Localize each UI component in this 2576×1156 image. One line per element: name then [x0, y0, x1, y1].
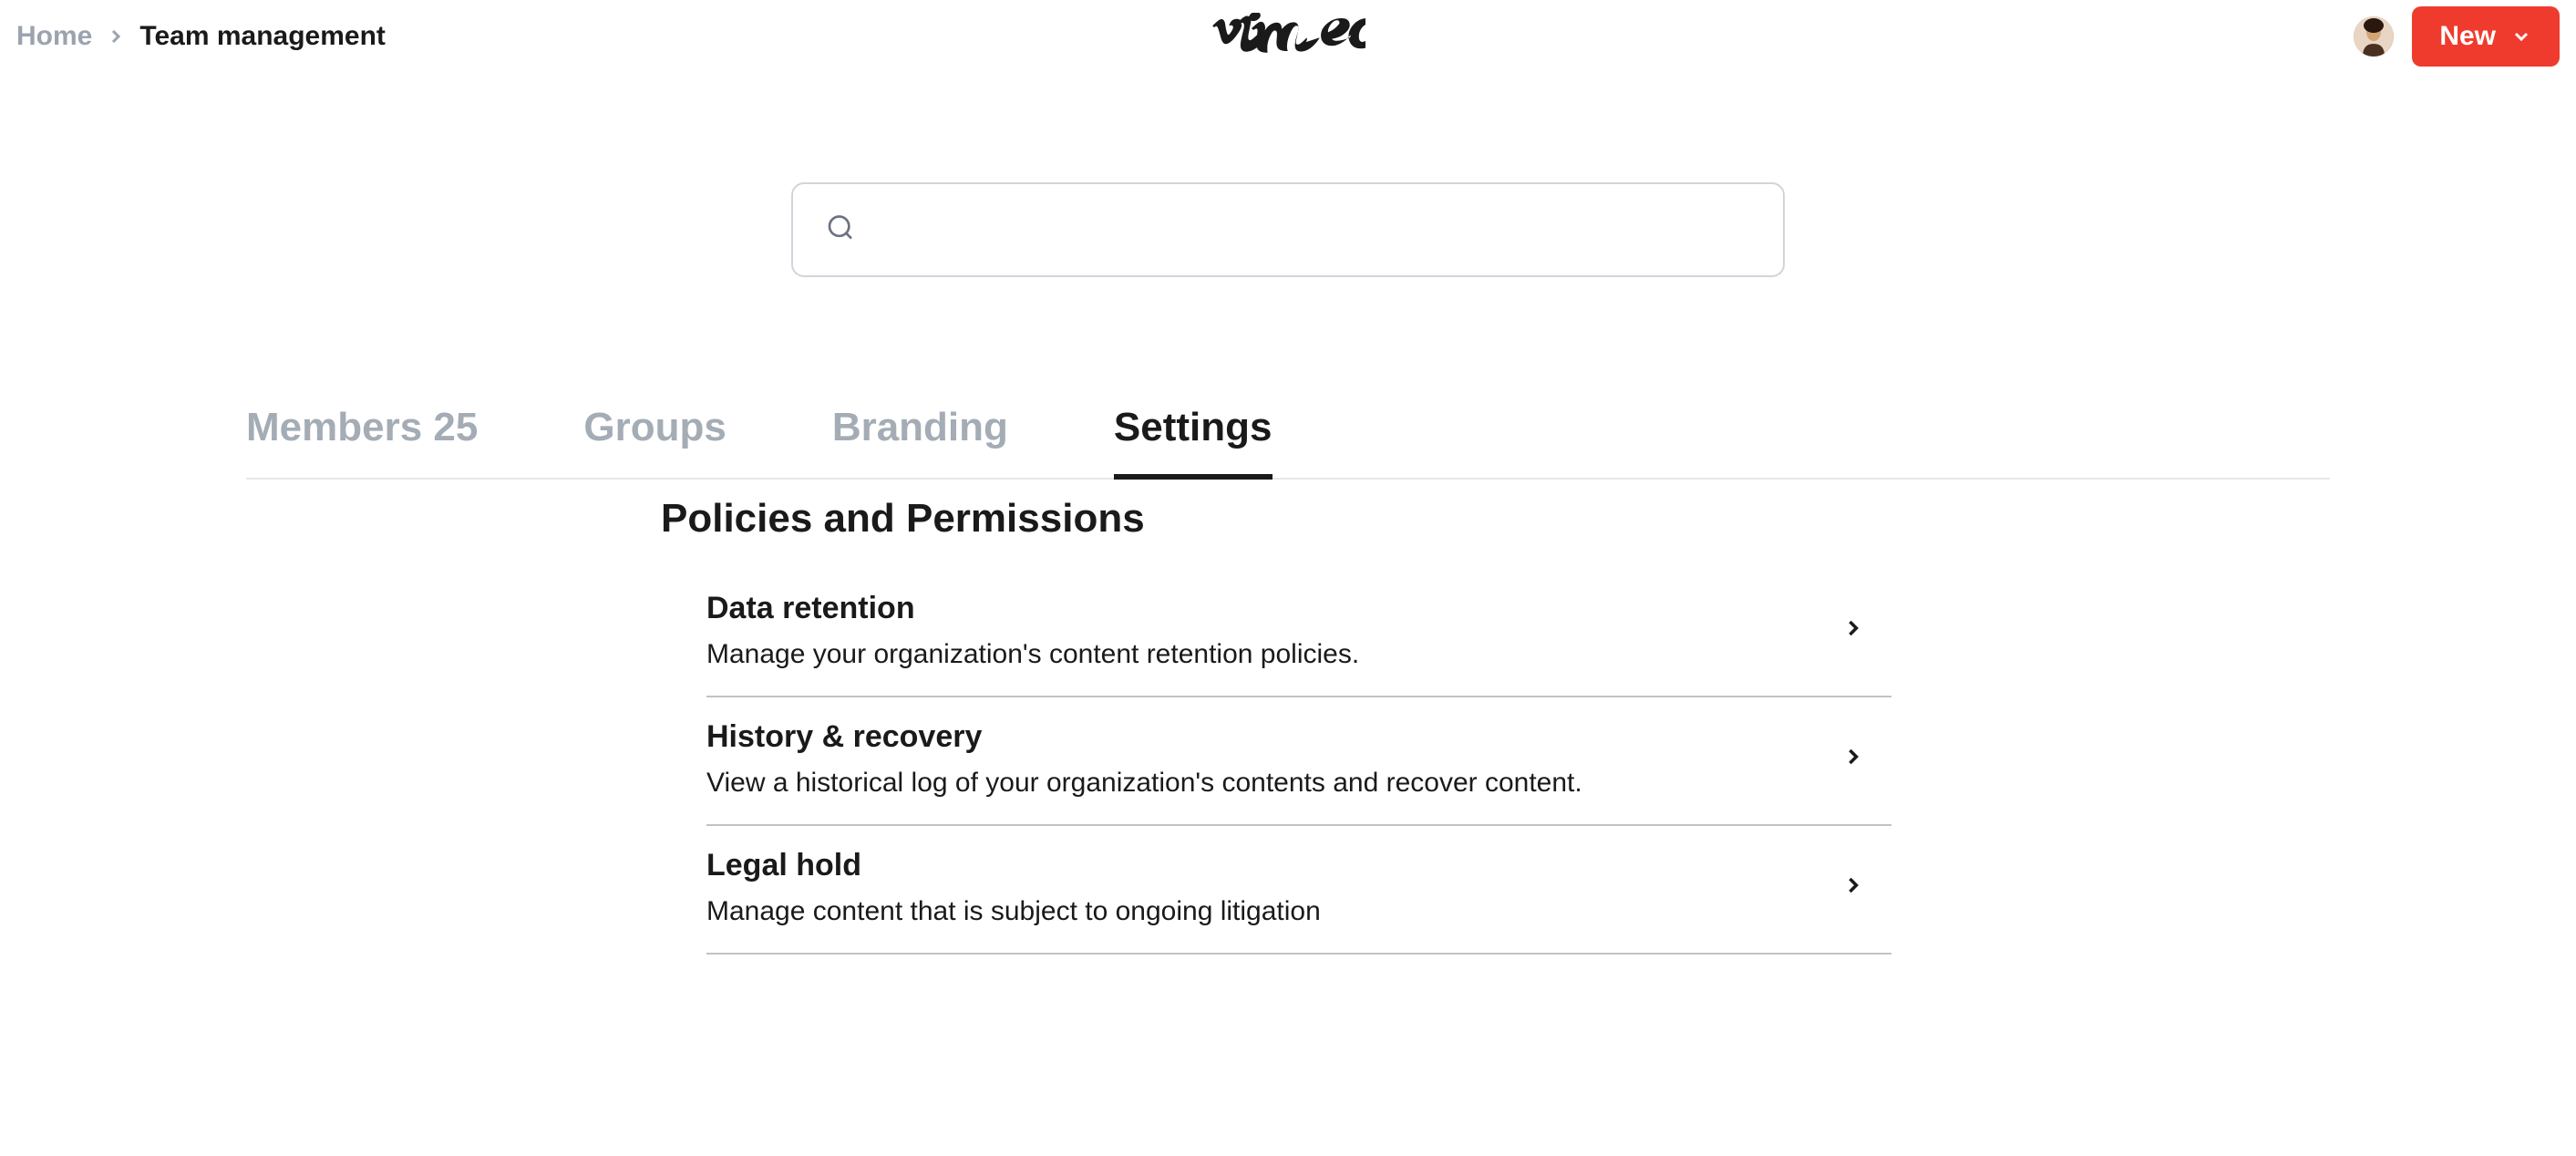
content: Policies and Permissions Data retention …	[0, 496, 2576, 955]
search-box	[791, 182, 1785, 277]
settings-item-title: History & recovery	[706, 719, 1840, 755]
search-input[interactable]	[791, 182, 1785, 277]
tab-groups[interactable]: Groups	[583, 405, 726, 480]
settings-list: Data retention Manage your organization'…	[661, 569, 1891, 955]
chevron-right-icon	[105, 26, 127, 47]
content-inner: Policies and Permissions Data retention …	[246, 496, 2330, 955]
breadcrumb-current: Team management	[139, 21, 386, 52]
settings-item-title: Legal hold	[706, 848, 1840, 883]
settings-item-desc: Manage content that is subject to ongoin…	[706, 896, 1840, 927]
vimeo-logo[interactable]	[1211, 13, 1365, 61]
tab-members[interactable]: Members 25	[246, 405, 478, 480]
settings-item-history-recovery[interactable]: History & recovery View a historical log…	[706, 697, 1891, 826]
header-right: New	[2354, 6, 2560, 67]
settings-item-content: History & recovery View a historical log…	[706, 719, 1840, 799]
new-button-label: New	[2439, 21, 2496, 52]
settings-item-data-retention[interactable]: Data retention Manage your organization'…	[706, 569, 1891, 697]
chevron-right-icon	[1840, 744, 1866, 774]
tab-branding[interactable]: Branding	[832, 405, 1008, 480]
settings-item-legal-hold[interactable]: Legal hold Manage content that is subjec…	[706, 826, 1891, 955]
settings-item-content: Legal hold Manage content that is subjec…	[706, 848, 1840, 927]
tabs-container: Members 25 Groups Branding Settings	[0, 405, 2576, 480]
breadcrumb-home[interactable]: Home	[16, 21, 92, 52]
header: Home Team management New	[0, 0, 2576, 73]
avatar[interactable]	[2354, 16, 2394, 57]
new-button[interactable]: New	[2412, 6, 2560, 67]
chevron-down-icon	[2510, 26, 2532, 47]
breadcrumb: Home Team management	[16, 21, 386, 52]
search-icon	[826, 213, 855, 247]
tab-settings[interactable]: Settings	[1114, 405, 1273, 480]
chevron-right-icon	[1840, 872, 1866, 903]
section-title: Policies and Permissions	[661, 496, 2330, 542]
search-container	[0, 182, 2576, 277]
settings-item-content: Data retention Manage your organization'…	[706, 591, 1840, 670]
tabs: Members 25 Groups Branding Settings	[246, 405, 2330, 480]
settings-item-desc: View a historical log of your organizati…	[706, 768, 1840, 799]
chevron-right-icon	[1840, 615, 1866, 645]
settings-item-title: Data retention	[706, 591, 1840, 626]
settings-item-desc: Manage your organization's content reten…	[706, 639, 1840, 670]
